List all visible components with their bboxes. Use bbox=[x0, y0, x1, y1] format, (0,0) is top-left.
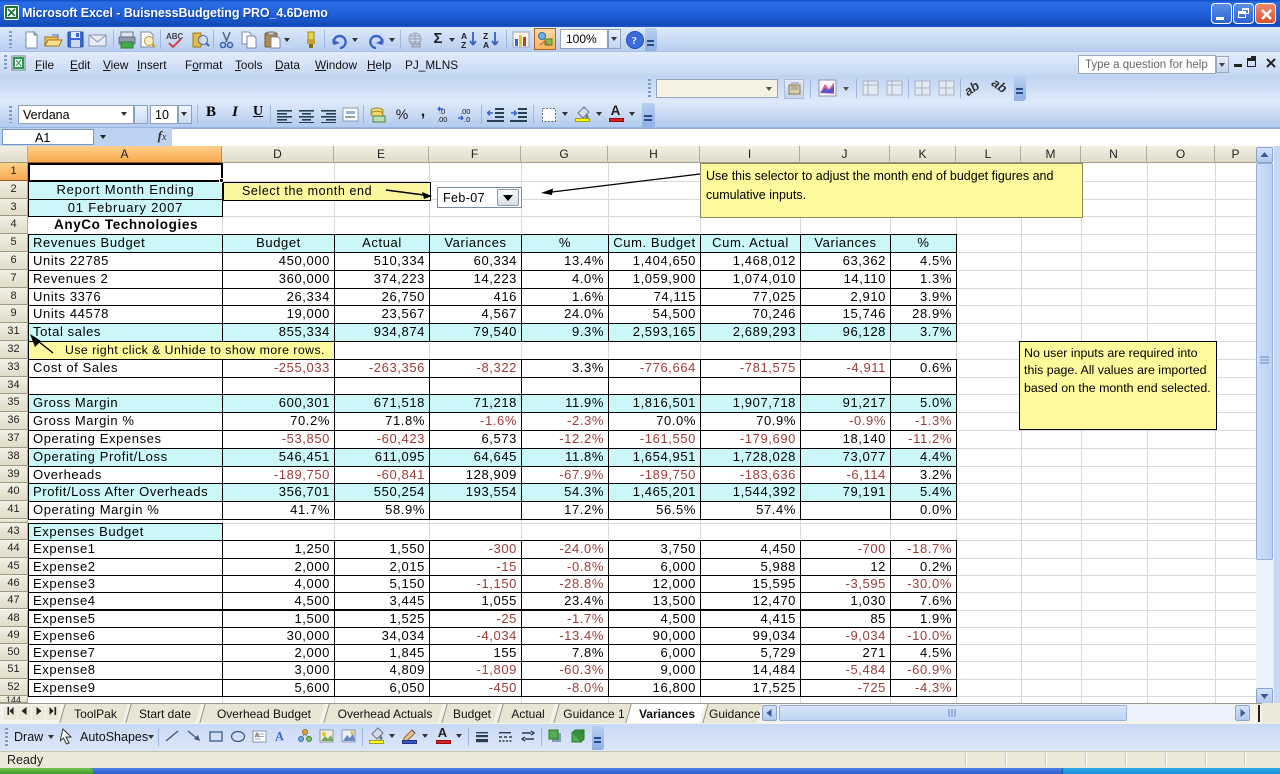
svg-text:A: A bbox=[274, 728, 285, 744]
svg-text:A: A bbox=[255, 733, 259, 739]
